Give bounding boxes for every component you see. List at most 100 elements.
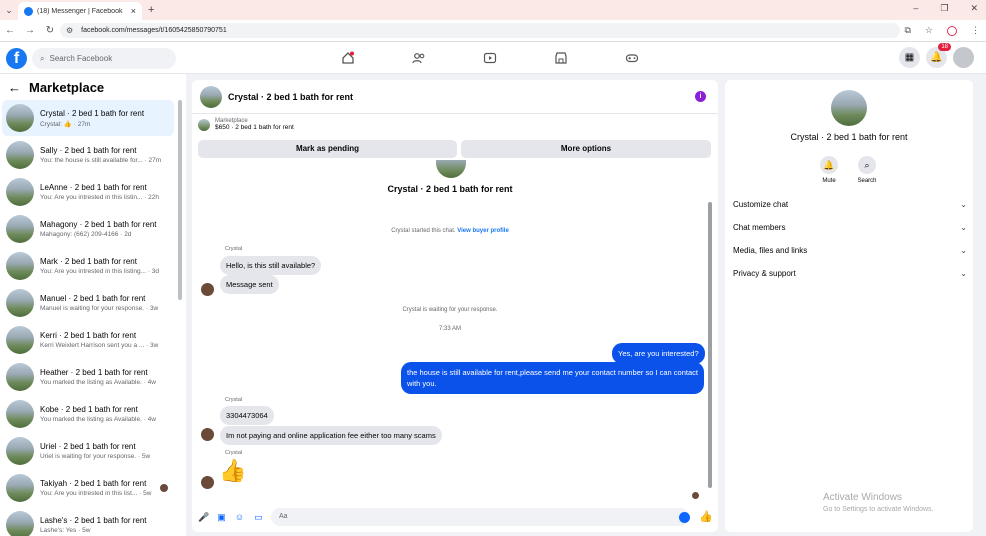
conversation-item[interactable]: Takiyah · 2 bed 1 bath for rent You: Are … <box>2 470 174 506</box>
conversation-name: Manuel · 2 bed 1 bath for rent <box>40 294 146 303</box>
conversation-item[interactable]: Manuel · 2 bed 1 bath for rent Manuel is … <box>2 285 174 321</box>
incoming-message[interactable]: Im not paying and online application fee… <box>220 426 442 445</box>
incoming-message[interactable]: Message sent <box>220 275 279 294</box>
conversation-text: Takiyah · 2 bed 1 bath for rent You: Are … <box>40 479 154 497</box>
conversation-item[interactable]: Uriel · 2 bed 1 bath for rent Uriel is wa… <box>2 433 174 469</box>
facebook-search[interactable]: ⌕ Search Facebook <box>32 48 176 69</box>
address-bar-row: ← → ↻ ⚙ facebook.com/messages/t/16054258… <box>0 20 986 42</box>
restore-icon[interactable]: ❐ <box>940 3 948 14</box>
section-label: Media, files and links <box>733 246 808 255</box>
marketplace-icon[interactable] <box>554 51 568 65</box>
reload-icon[interactable]: ↻ <box>40 25 60 36</box>
browser-tab[interactable]: (18) Messenger | Facebook × <box>18 2 142 20</box>
outgoing-message[interactable]: Yes, are you interested? <box>612 343 705 364</box>
conversation-snippet: You marked the listing as Available. · 4… <box>40 416 156 423</box>
message-input[interactable]: Aa <box>271 508 689 526</box>
conversation-name: Heather · 2 bed 1 bath for rent <box>40 368 148 377</box>
bookmark-star-icon[interactable]: ☆ <box>925 25 933 36</box>
conversation-name: Kobe · 2 bed 1 bath for rent <box>40 405 138 414</box>
account-avatar[interactable] <box>953 47 974 68</box>
listing-mini-thumbnail <box>198 118 210 131</box>
conversation-item[interactable]: Mark · 2 bed 1 bath for rent You: Are you… <box>2 248 174 284</box>
contact-avatar[interactable] <box>201 283 214 296</box>
listing-thumbnail <box>6 215 34 243</box>
emoji-icon[interactable] <box>679 512 690 523</box>
more-options-button[interactable]: More options <box>461 140 711 158</box>
close-window-icon[interactable]: ✕ <box>970 3 978 14</box>
watermark-line2: Go to Settings to activate Windows. <box>823 506 934 513</box>
contact-avatar[interactable] <box>201 476 214 489</box>
conversation-item[interactable]: Heather · 2 bed 1 bath for rent You marke… <box>2 359 174 395</box>
message-timestamp: 7:33 AM <box>438 326 461 332</box>
chat-scrollbar[interactable] <box>708 202 712 488</box>
info-icon[interactable]: i <box>695 91 706 102</box>
gaming-icon[interactable] <box>625 51 639 65</box>
conversation-item[interactable]: Mahagony · 2 bed 1 bath for rent Mahagony… <box>2 211 174 247</box>
conversation-name: Takiyah · 2 bed 1 bath for rent <box>40 479 147 488</box>
conversation-text: Kobe · 2 bed 1 bath for rent You marked t… <box>40 405 174 423</box>
mark-as-pending-button[interactable]: Mark as pending <box>198 140 457 158</box>
details-title: Crystal · 2 bed 1 bath for rent <box>790 132 908 142</box>
listing-thumbnail[interactable] <box>200 85 222 108</box>
privacy-support-row[interactable]: Privacy & support ⌄ <box>733 269 967 278</box>
browser-menu-icon[interactable]: ⋮ <box>971 25 980 36</box>
friends-icon[interactable] <box>412 51 426 65</box>
notifications-icon[interactable]: 🔔 18 <box>926 43 951 68</box>
minimize-icon[interactable]: – <box>913 3 918 14</box>
header-actions: ▦ 🔔 18 <box>899 43 974 68</box>
conversation-list: ← Marketplace Crystal · 2 bed 1 bath for… <box>0 74 186 536</box>
chat-members-row[interactable]: Chat members ⌄ <box>733 223 967 232</box>
listing-summary[interactable]: Marketplace $650 · 2 bed 1 bath for rent <box>198 118 294 131</box>
menu-grid-icon[interactable]: ▦ <box>899 47 920 68</box>
sender-label: Crystal <box>225 246 243 252</box>
sidebar-scrollbar[interactable] <box>178 100 182 300</box>
mute-button[interactable]: 🔔 Mute <box>809 156 849 184</box>
url-field[interactable]: ⚙ facebook.com/messages/t/16054258507907… <box>60 23 900 38</box>
sticker-icon[interactable]: ☺ <box>234 512 245 523</box>
details-listing-image[interactable] <box>831 90 867 126</box>
conversation-snippet: You marked the listing as Available. · 4… <box>40 379 156 386</box>
outgoing-message[interactable]: the house is still available for rent,pl… <box>401 362 704 394</box>
media-files-links-row[interactable]: Media, files and links ⌄ <box>733 246 967 255</box>
view-buyer-profile-link[interactable]: View buyer profile <box>457 228 509 234</box>
facebook-logo[interactable]: f <box>6 48 27 69</box>
photo-icon[interactable]: ▣ <box>216 512 227 523</box>
contact-avatar[interactable] <box>201 428 214 441</box>
forward-icon[interactable]: → <box>20 25 40 36</box>
listing-thumbnail <box>6 289 34 317</box>
conversation-item[interactable]: Kobe · 2 bed 1 bath for rent You marked t… <box>2 396 174 432</box>
sender-label: Crystal <box>225 450 243 456</box>
new-tab-icon[interactable]: + <box>148 4 154 16</box>
tab-search-icon[interactable]: ⌄ <box>0 5 18 16</box>
incoming-message[interactable]: Hello, is this still available? <box>220 256 322 275</box>
thumbs-up-icon[interactable]: 👍 <box>219 458 246 484</box>
chat-started-notice: Crystal started this chat. View buyer pr… <box>192 228 708 234</box>
browser-profile-icon[interactable] <box>947 25 957 36</box>
customize-chat-row[interactable]: Customize chat ⌄ <box>733 200 967 209</box>
cast-icon[interactable]: ⧉ <box>904 25 910 36</box>
like-icon[interactable]: 👍 <box>699 510 713 523</box>
back-arrow-icon[interactable]: ← <box>8 80 21 95</box>
url-text: facebook.com/messages/t/1605425850790751 <box>81 27 227 34</box>
gif-icon[interactable]: ▭ <box>253 512 264 523</box>
conversation-item[interactable]: LeAnne · 2 bed 1 bath for rent You: Are y… <box>2 174 174 210</box>
conversation-snippet: Mahagony: (662) 209-4166 · 2d <box>40 231 132 238</box>
incoming-message[interactable]: 3304473064 <box>220 406 274 425</box>
conversation-name: Sally · 2 bed 1 bath for rent <box>40 146 137 155</box>
chat-title[interactable]: Crystal · 2 bed 1 bath for rent <box>228 92 353 102</box>
notification-badge: 18 <box>938 43 951 51</box>
watch-icon[interactable] <box>483 51 497 65</box>
close-tab-icon[interactable]: × <box>131 6 136 16</box>
home-icon[interactable] <box>341 51 355 65</box>
conversation-item[interactable]: Crystal · 2 bed 1 bath for rent Crystal: … <box>2 100 174 136</box>
window-controls: – ❐ ✕ <box>913 3 978 14</box>
conversation-item[interactable]: Kerri · 2 bed 1 bath for rent Kerri Weixl… <box>2 322 174 358</box>
conversation-item[interactable]: Sally · 2 bed 1 bath for rent You: the ho… <box>2 137 174 173</box>
conversation-item[interactable]: Lashe's · 2 bed 1 bath for rent Lashe's: … <box>2 507 174 536</box>
section-label: Privacy & support <box>733 269 796 278</box>
voice-clip-icon[interactable]: 🎤 <box>198 512 209 523</box>
chat-panel: Crystal · 2 bed 1 bath for rent i Market… <box>192 80 718 532</box>
site-info-icon[interactable]: ⚙ <box>66 26 73 35</box>
search-conversation-button[interactable]: ⌕ Search <box>847 156 887 184</box>
back-icon[interactable]: ← <box>0 25 20 36</box>
